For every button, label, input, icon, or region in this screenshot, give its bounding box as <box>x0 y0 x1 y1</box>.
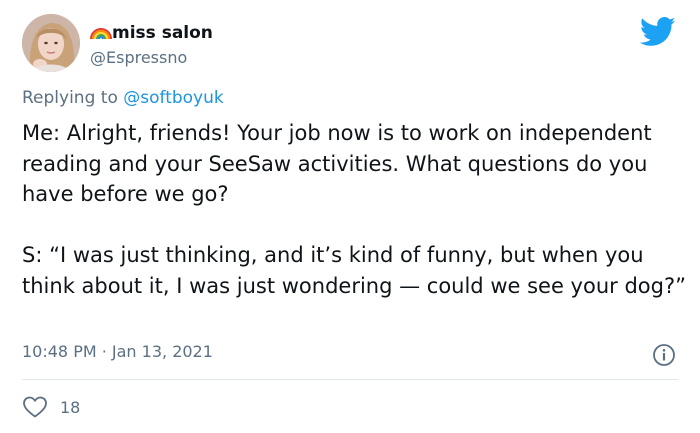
replying-to-prefix: Replying to <box>22 88 124 108</box>
tweet-body: Me: Alright, friends! Your job now is to… <box>22 118 692 301</box>
divider <box>22 379 678 380</box>
author-name-row[interactable]: miss salon <box>90 22 213 44</box>
tweet-timestamp[interactable]: 10:48 PM · Jan 13, 2021 <box>22 342 213 361</box>
avatar[interactable] <box>22 14 80 72</box>
author-handle[interactable]: @Espressno <box>90 48 187 67</box>
info-icon[interactable] <box>652 343 676 367</box>
tweet-card: miss salon @Espressno Replying to @softb… <box>0 0 700 433</box>
heart-icon <box>23 396 47 418</box>
replying-to: Replying to @softboyuk <box>22 88 224 108</box>
rainbow-icon <box>90 28 112 40</box>
tweet-paragraph-2: S: “I was just thinking, and it’s kind o… <box>22 243 686 298</box>
author-display-name[interactable]: miss salon <box>112 23 213 43</box>
tweet-paragraph-1: Me: Alright, friends! Your job now is to… <box>22 121 652 206</box>
replying-to-handle-link[interactable]: @softboyuk <box>123 88 223 108</box>
like-button[interactable]: 18 <box>22 395 80 419</box>
like-count: 18 <box>60 397 81 417</box>
avatar-image <box>22 14 80 72</box>
twitter-logo-icon[interactable] <box>640 17 676 47</box>
